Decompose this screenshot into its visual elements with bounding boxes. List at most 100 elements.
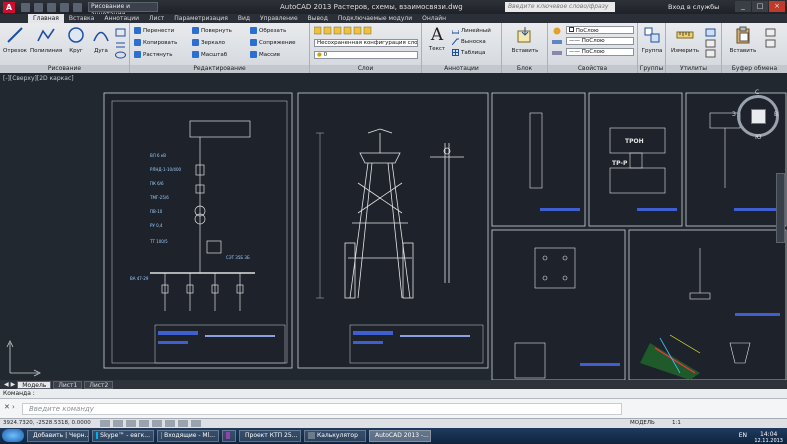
linear-dimension-button[interactable]: Линейный [452, 27, 491, 34]
nav-next-icon[interactable]: ▶ [11, 381, 16, 388]
taskbar-item[interactable] [222, 429, 236, 442]
ribbon-tab[interactable]: Онлайн [417, 14, 451, 23]
modify-button[interactable]: Массив [250, 51, 280, 58]
close-button[interactable]: × [769, 1, 785, 12]
system-clock[interactable]: 14:04 12.11.2013 [754, 431, 783, 444]
modify-button-label: Перенести [143, 27, 175, 34]
current-layer-combo[interactable]: ● 0 [314, 51, 418, 59]
maximize-button[interactable]: □ [752, 1, 768, 12]
linetype-combo[interactable]: —— ПоСлою [566, 37, 634, 45]
modify-button[interactable]: Обрезать [250, 27, 286, 34]
drafting-toggles[interactable] [100, 420, 290, 428]
group-tool[interactable]: Группа [640, 26, 664, 54]
leader-button[interactable]: Выноска [452, 38, 486, 45]
layout-tab[interactable]: Лист1 [53, 380, 83, 389]
command-input[interactable]: Введите команду [22, 403, 622, 415]
layout-tab[interactable]: Модель [17, 380, 52, 389]
layers-panel-title[interactable]: Слои [310, 65, 421, 73]
compass-east[interactable]: В [774, 111, 778, 118]
navigation-bar[interactable] [776, 173, 785, 243]
undo-icon[interactable] [60, 2, 69, 12]
ribbon-tab[interactable]: Аннотации [99, 14, 144, 23]
ribbon-tab[interactable]: Вид [233, 14, 255, 23]
line-tool[interactable]: Отрезок [2, 26, 28, 54]
ribbon-tab[interactable]: Параметризация [169, 14, 233, 23]
taskbar-item[interactable]: Skype™ - евгк... [92, 429, 154, 442]
taskbar-item[interactable]: Добавить | Черн... [27, 429, 89, 442]
sheet-pole-assembly[interactable] [297, 92, 489, 369]
compass-west[interactable]: З [732, 111, 736, 118]
sheet-details-grid[interactable]: ТРОН ТР-Р [491, 92, 787, 380]
help-search-input[interactable]: Введите ключевое слово/фразу [505, 2, 615, 12]
app-icon [96, 432, 99, 439]
close-command-icon[interactable]: ✕ [4, 403, 10, 411]
block-panel-title[interactable]: Блок [502, 65, 547, 73]
table-button[interactable]: Таблица [452, 49, 485, 56]
viewport-controls-label[interactable]: [-][Сверху][2D каркас] [3, 75, 74, 82]
layout-tab[interactable]: Лист2 [84, 380, 114, 389]
ribbon-tab[interactable]: Вывод [303, 14, 333, 23]
arc-tool[interactable]: Дуга [90, 26, 112, 54]
model-space-toggle[interactable]: МОДЕЛЬ [630, 420, 655, 426]
scheme-label: ПК 6/6 [150, 181, 164, 186]
property-tool-icons[interactable] [551, 27, 563, 59]
polyline-tool[interactable]: Полилиния [30, 26, 62, 54]
minimize-button[interactable]: _ [735, 1, 751, 12]
start-button[interactable] [2, 429, 24, 442]
measure-tool[interactable]: Измерить [670, 26, 700, 54]
compass-south[interactable]: Ю [755, 134, 761, 141]
taskbar-item[interactable]: Калькулятор [304, 429, 366, 442]
modify-button[interactable]: Перенести [134, 27, 174, 34]
ribbon-tab[interactable]: Лист [144, 14, 169, 23]
layer-state-combo[interactable]: Несохраненная конфигурация сло [314, 39, 418, 47]
viewcube[interactable]: С З В Ю [732, 89, 779, 141]
annotation-scale[interactable]: 1:1 [672, 420, 681, 426]
stretch-icon [134, 51, 141, 58]
taskbar-item[interactable]: Проект КТП 25... [239, 429, 301, 442]
sign-in-link[interactable]: Вход в службы [668, 3, 719, 11]
draw-panel-title[interactable]: Рисование [0, 65, 129, 73]
properties-panel-title[interactable]: Свойства [548, 65, 637, 73]
color-combo[interactable]: ПоСлою [566, 26, 634, 34]
redo-icon[interactable] [73, 2, 82, 12]
taskbar-item[interactable]: AutoCAD 2013 -... [369, 429, 431, 442]
modify-button[interactable]: Копировать [134, 39, 177, 46]
new-file-icon[interactable] [21, 2, 30, 12]
draw-extra-icons[interactable] [114, 27, 128, 61]
workspace-selector[interactable]: Рисование и аннотации [88, 2, 158, 18]
language-indicator[interactable]: EN [739, 432, 747, 439]
autocad-logo-icon[interactable]: A [3, 1, 15, 13]
insert-block-tool[interactable]: Вставить [506, 26, 544, 54]
modify-button[interactable]: Масштаб [192, 51, 227, 58]
drawing-canvas[interactable]: ВЛ 6 кВ РЛНД-1-10/400 ПК 6/6 ТМГ-25/6 ПВ… [0, 73, 787, 380]
modify-button[interactable]: Повернуть [192, 27, 232, 34]
layer-tool-icons[interactable] [314, 26, 418, 35]
save-icon[interactable] [47, 2, 56, 12]
sheet-single-line-scheme[interactable]: ВЛ 6 кВ РЛНД-1-10/400 ПК 6/6 ТМГ-25/6 ПВ… [103, 92, 293, 369]
polyline-label: Полилиния [30, 48, 63, 54]
annotations-panel-title[interactable]: Аннотации [422, 65, 501, 73]
clipboard-panel-title[interactable]: Буфер обмена [722, 65, 787, 73]
modify-button[interactable]: Зеркало [192, 39, 225, 46]
detail-tag: ТРОН [625, 138, 644, 145]
utilities-panel-title[interactable]: Утилиты [666, 65, 721, 73]
nav-first-icon[interactable]: ◀ [4, 381, 9, 388]
modify-panel-title[interactable]: Редактирование [130, 65, 309, 73]
lineweight-combo[interactable]: —— ПоСлою [566, 48, 634, 56]
compass-north[interactable]: С [755, 89, 759, 96]
utility-extra-icons[interactable] [704, 28, 718, 58]
modify-button[interactable]: Растянуть [134, 51, 173, 58]
ribbon-tab[interactable]: Вставка [64, 14, 99, 23]
ribbon-tab[interactable]: Главная [28, 14, 64, 23]
ribbon-tab[interactable]: Управление [255, 14, 303, 23]
open-file-icon[interactable] [34, 2, 43, 12]
ribbon-tab[interactable]: Подключаемые модули [333, 14, 417, 23]
clipboard-extra-icons[interactable] [764, 28, 778, 58]
taskbar-item[interactable]: Входящие - Ml... [157, 429, 219, 442]
text-tool[interactable]: A Текст [425, 26, 449, 52]
paste-tool[interactable]: Вставить [728, 26, 758, 54]
groups-panel-title[interactable]: Группы [638, 65, 665, 73]
modify-button[interactable]: Сопряжение [250, 39, 296, 46]
circle-tool[interactable]: Круг [64, 26, 88, 54]
viewcube-top-face[interactable] [751, 109, 766, 124]
